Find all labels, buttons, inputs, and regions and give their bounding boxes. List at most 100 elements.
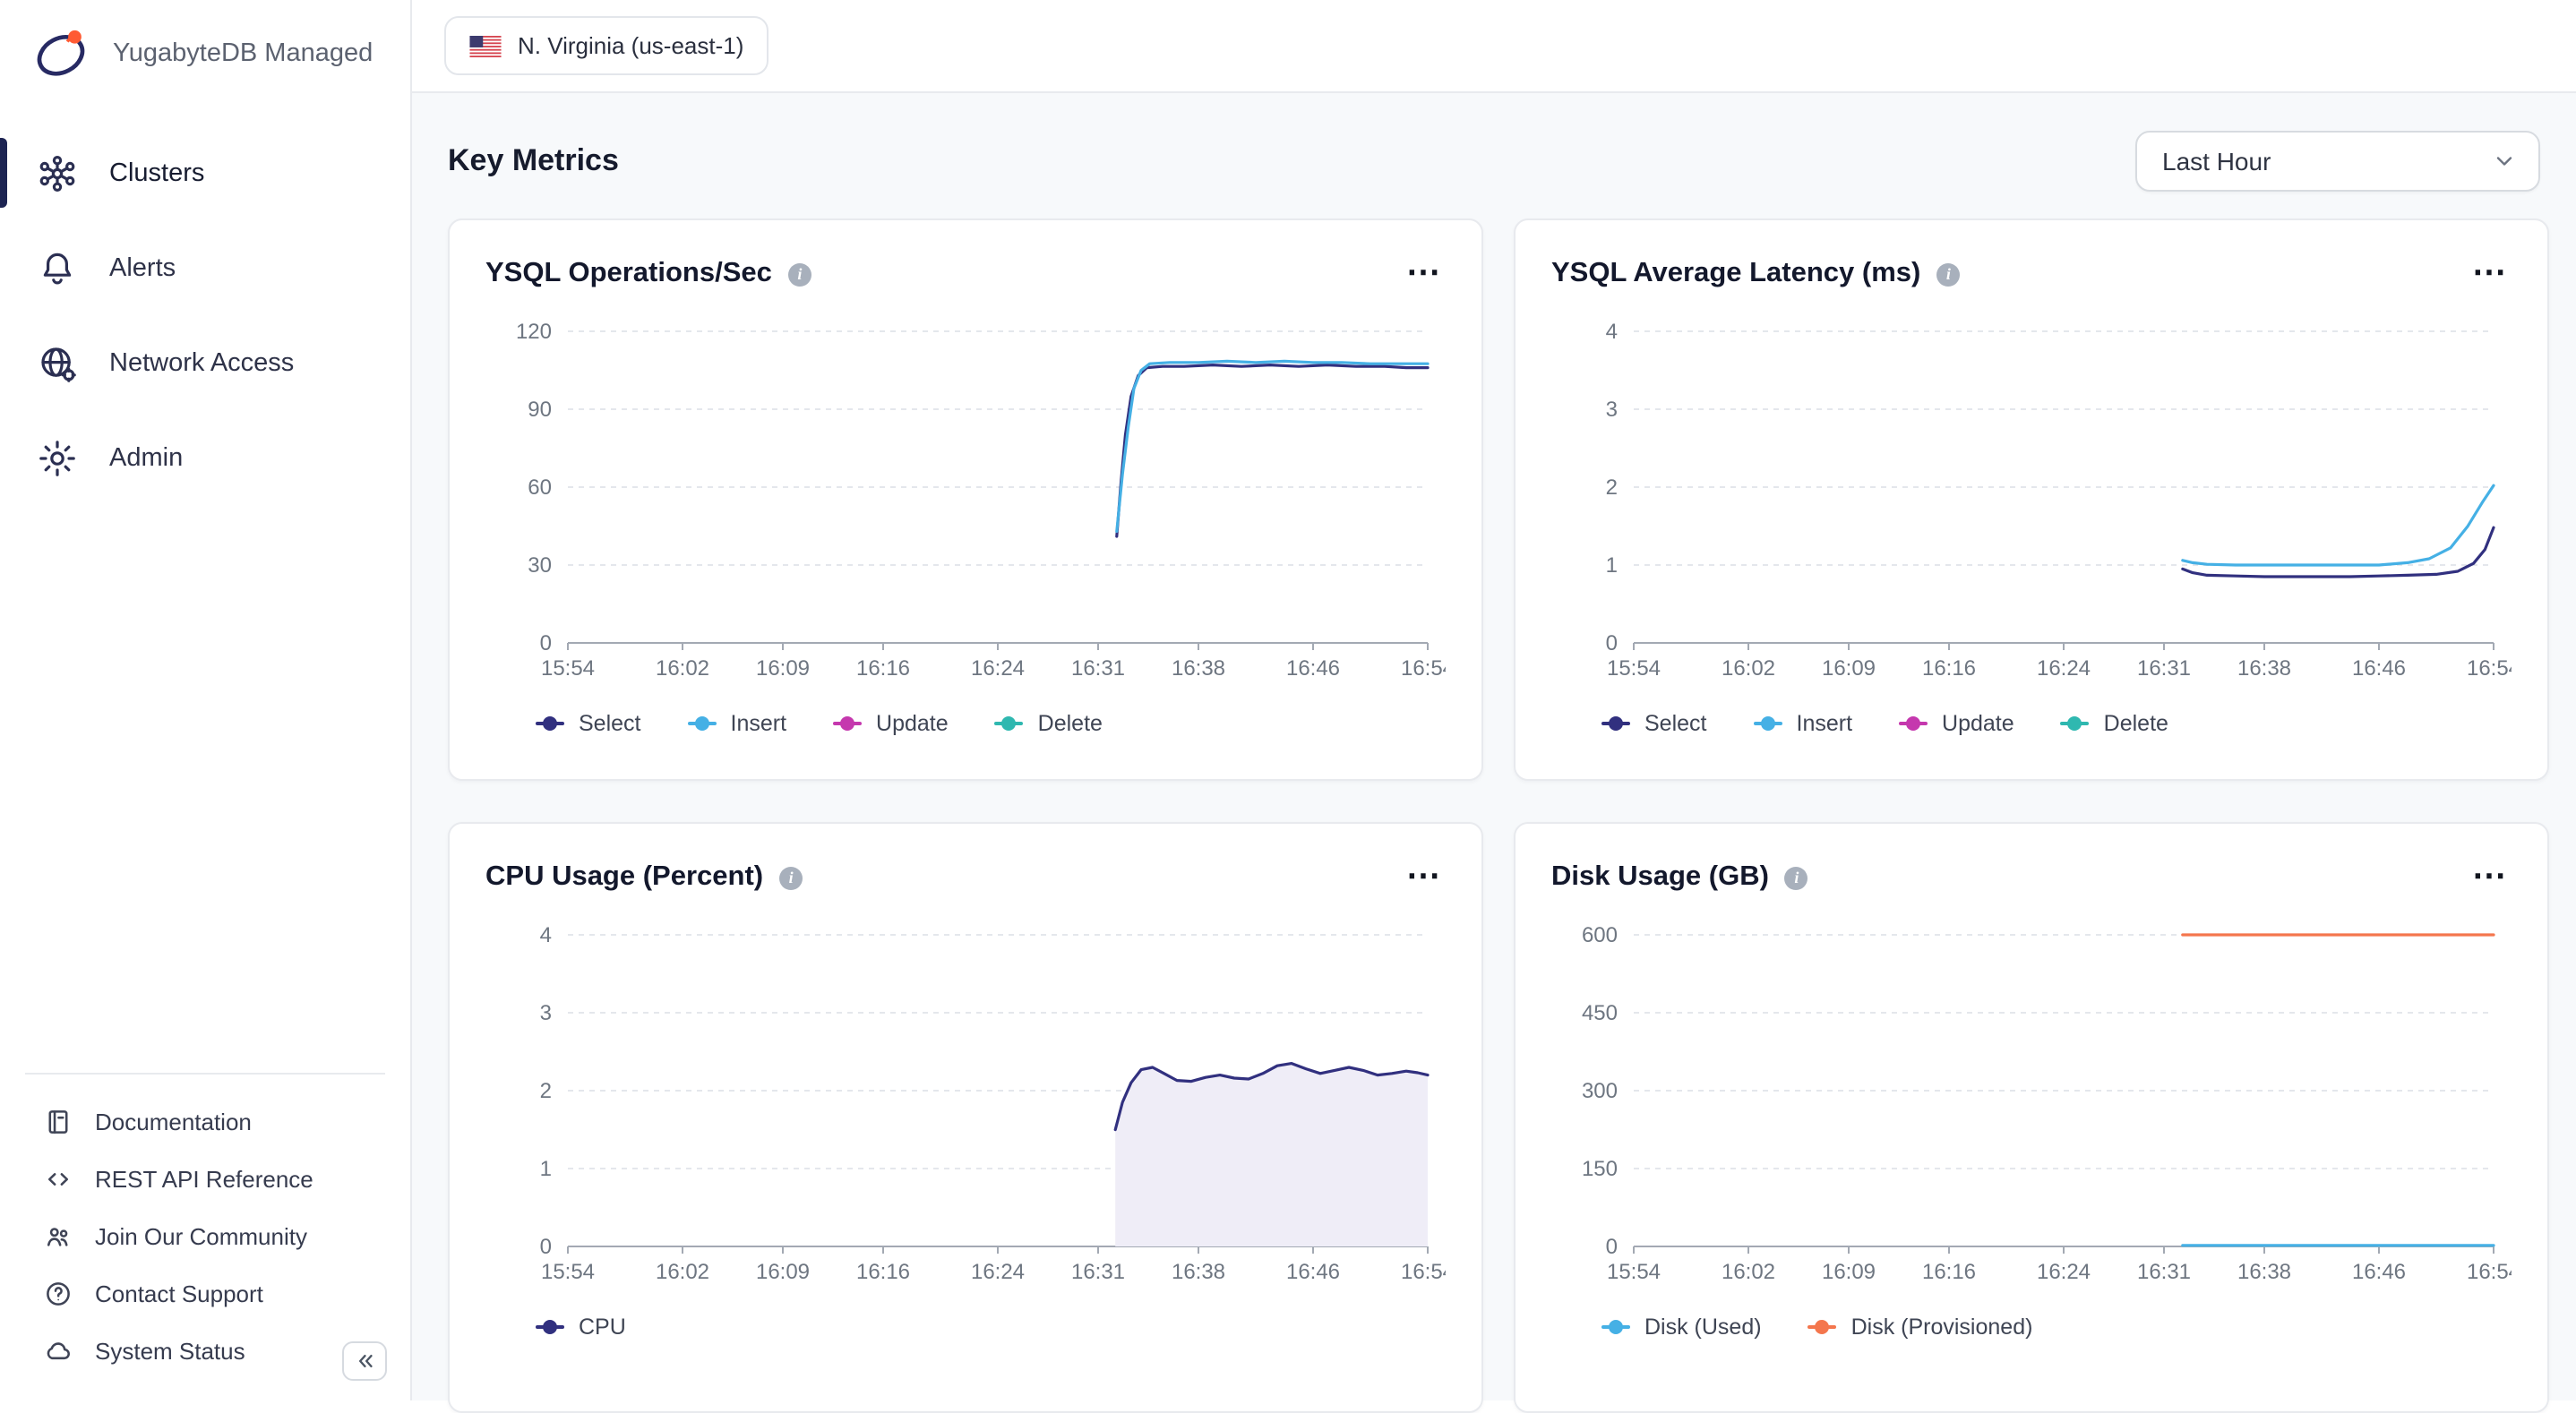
svg-text:16:16: 16:16 [856,656,910,681]
legend-marker-icon [1899,716,1928,731]
svg-text:3: 3 [1606,398,1618,422]
legend-item-disk-used[interactable]: Disk (Used) [1601,1315,1762,1340]
legend-marker-icon [536,1320,564,1334]
legend-label: Delete [2104,711,2168,736]
legend-item-disk-provisioned[interactable]: Disk (Provisioned) [1808,1315,2033,1340]
metrics-grid: YSQL Operations/Sec i ⋯ 030609012015:541… [448,218,2540,1413]
sidebar-collapse-button[interactable] [342,1341,387,1381]
legend-item-update[interactable]: Update [833,711,949,736]
legend-label: Select [1644,711,1707,736]
svg-text:16:31: 16:31 [1071,656,1125,681]
sidebar-item-rest-api-reference[interactable]: REST API Reference [0,1150,410,1207]
metric-card-ysql-operations: YSQL Operations/Sec i ⋯ 030609012015:541… [448,218,1483,781]
card-menu-button[interactable]: ⋯ [1403,261,1446,287]
svg-text:16:54: 16:54 [2467,1260,2512,1284]
info-icon[interactable]: i [779,866,803,889]
svg-text:16:31: 16:31 [1071,1260,1125,1284]
footer-link-label: Contact Support [95,1280,263,1306]
footer-link-label: REST API Reference [95,1165,313,1192]
sidebar-item-join-community[interactable]: Join Our Community [0,1207,410,1264]
legend-label: Update [876,711,949,736]
svg-text:16:46: 16:46 [2352,656,2406,681]
sidebar: YugabyteDB Managed Clusters Alerts [0,0,412,1400]
content: Key Metrics Last Hour YSQL Operations/Se… [412,93,2576,1413]
card-menu-button[interactable]: ⋯ [1403,865,1446,890]
globe-gear-icon [36,341,79,384]
sidebar-item-documentation[interactable]: Documentation [0,1092,410,1150]
legend-marker-icon [1754,716,1782,731]
legend-label: Disk (Used) [1644,1315,1762,1340]
sidebar-item-network-access[interactable]: Network Access [0,315,410,410]
legend-item-cpu[interactable]: CPU [536,1315,626,1340]
legend-item-delete[interactable]: Delete [2061,711,2168,736]
legend-label: Update [1942,711,2014,736]
chevron-down-icon [2492,149,2517,174]
svg-text:16:54: 16:54 [2467,656,2512,681]
svg-text:120: 120 [516,320,552,344]
svg-text:16:54: 16:54 [1401,656,1446,681]
svg-text:2: 2 [1606,475,1618,500]
svg-text:16:46: 16:46 [2352,1260,2406,1284]
info-icon[interactable]: i [1785,866,1808,889]
svg-text:1: 1 [1606,553,1618,578]
sidebar-item-contact-support[interactable]: Contact Support [0,1264,410,1322]
svg-text:16:46: 16:46 [1286,1260,1340,1284]
svg-text:16:38: 16:38 [1172,656,1225,681]
time-range-value: Last Hour [2162,147,2271,176]
legend-item-insert[interactable]: Insert [1754,711,1853,736]
legend-label: Delete [1038,711,1103,736]
svg-text:16:31: 16:31 [2137,656,2191,681]
sidebar-item-clusters[interactable]: Clusters [0,125,410,220]
info-icon[interactable]: i [1936,262,1960,286]
legend-item-insert[interactable]: Insert [688,711,787,736]
card-menu-button[interactable]: ⋯ [2469,865,2512,890]
region-label: N. Virginia (us-east-1) [518,32,743,59]
topbar: N. Virginia (us-east-1) [412,0,2576,93]
svg-text:16:16: 16:16 [1922,1260,1976,1284]
legend-item-select[interactable]: Select [1601,711,1707,736]
svg-text:16:38: 16:38 [2237,1260,2291,1284]
time-range-select[interactable]: Last Hour [2135,131,2540,192]
community-people-icon [43,1220,73,1251]
collapse-chevrons-icon [352,1349,377,1374]
svg-text:15:54: 15:54 [541,656,595,681]
sidebar-item-label: Alerts [109,253,176,282]
footer-link-label: Join Our Community [95,1222,307,1249]
svg-text:16:38: 16:38 [2237,656,2291,681]
info-icon[interactable]: i [788,262,811,286]
svg-text:16:02: 16:02 [1722,656,1775,681]
svg-text:16:09: 16:09 [1822,656,1876,681]
svg-text:4: 4 [540,923,552,947]
sidebar-item-admin[interactable]: Admin [0,410,410,505]
legend-label: CPU [579,1315,626,1340]
chart-legend: Disk (Used) Disk (Provisioned) [1601,1315,2512,1340]
yugabyte-logo-icon [29,21,93,86]
legend-item-select[interactable]: Select [536,711,641,736]
svg-text:16:09: 16:09 [756,656,810,681]
disk-usage-chart: 015030045060015:5416:0216:0916:1616:2416… [1551,917,2512,1297]
svg-text:300: 300 [1582,1079,1618,1103]
card-menu-button[interactable]: ⋯ [2469,261,2512,287]
sidebar-item-label: Network Access [109,348,294,377]
svg-text:16:24: 16:24 [2037,656,2091,681]
legend-label: Insert [1797,711,1853,736]
sidebar-item-alerts[interactable]: Alerts [0,220,410,315]
legend-item-delete[interactable]: Delete [995,711,1103,736]
legend-item-update[interactable]: Update [1899,711,2014,736]
app-viewport: YugabyteDB Managed Clusters Alerts [0,0,2576,1400]
bell-icon [36,246,79,289]
svg-text:4: 4 [1606,320,1618,344]
svg-text:150: 150 [1582,1157,1618,1181]
ysql-operations-chart: 030609012015:5416:0216:0916:1616:2416:31… [485,313,1446,693]
clusters-icon [36,151,79,194]
api-code-icon [43,1163,73,1194]
svg-text:3: 3 [540,1001,552,1025]
svg-text:15:54: 15:54 [1607,1260,1661,1284]
legend-marker-icon [833,716,862,731]
region-selector[interactable]: N. Virginia (us-east-1) [444,16,769,75]
svg-text:16:02: 16:02 [656,1260,709,1284]
card-title: Disk Usage (GB) [1551,861,1769,894]
svg-text:16:09: 16:09 [756,1260,810,1284]
legend-marker-icon [536,716,564,731]
card-title: YSQL Average Latency (ms) [1551,258,1920,290]
